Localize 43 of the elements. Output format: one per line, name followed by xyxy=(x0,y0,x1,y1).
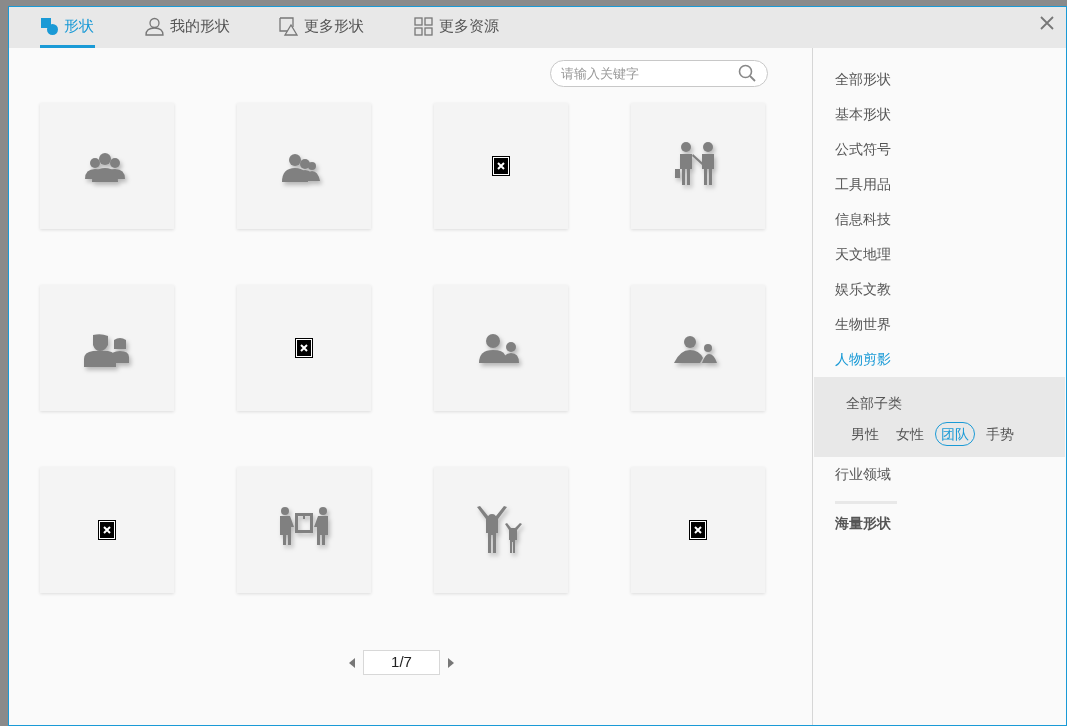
next-page-icon[interactable] xyxy=(448,657,454,668)
tab[interactable]: 更多形状 xyxy=(278,7,365,48)
section-heading: 海量形状 xyxy=(835,514,892,533)
category-item[interactable]: 公式符号 xyxy=(835,132,891,167)
shape-tile[interactable] xyxy=(237,103,371,229)
category-item[interactable]: 生物世界 xyxy=(835,307,891,342)
broken-image-icon xyxy=(492,156,510,176)
broken-image-icon xyxy=(689,520,707,540)
shape-tile[interactable] xyxy=(631,467,765,593)
page-number-field[interactable]: 1/7 xyxy=(363,650,440,675)
square-triangle-icon xyxy=(279,16,298,36)
shape-tile[interactable] xyxy=(631,103,765,229)
subcategory-item[interactable]: 手势 xyxy=(980,422,1020,446)
shape-tile[interactable] xyxy=(434,467,568,593)
category-item[interactable]: 天文地理 xyxy=(835,237,891,272)
shape-tile[interactable] xyxy=(237,467,371,593)
tab[interactable]: 我的形状 xyxy=(144,7,231,48)
category-item[interactable]: 行业领域 xyxy=(835,457,891,492)
shape-tile[interactable] xyxy=(237,285,371,411)
subcategory-item[interactable]: 全部子类 xyxy=(846,393,902,414)
shape-tile[interactable] xyxy=(434,285,568,411)
subcategory-item[interactable]: 男性 xyxy=(845,422,885,446)
search-icon[interactable] xyxy=(738,64,756,82)
shape-tile[interactable] xyxy=(40,103,174,229)
close-icon[interactable] xyxy=(1040,16,1054,30)
previous-page-icon[interactable] xyxy=(349,657,355,668)
category-item[interactable]: 信息科技 xyxy=(835,202,891,237)
shape-tile[interactable] xyxy=(434,103,568,229)
tab[interactable]: 更多资源 xyxy=(413,7,500,48)
category-item[interactable]: 娱乐文教 xyxy=(835,272,891,307)
category-item[interactable]: 工具用品 xyxy=(835,167,891,202)
user-icon xyxy=(145,16,164,36)
category-item[interactable]: 全部形状 xyxy=(835,62,891,97)
shape-tile[interactable] xyxy=(40,285,174,411)
broken-image-icon xyxy=(98,520,116,540)
shape-tile[interactable] xyxy=(40,467,174,593)
grid-icon xyxy=(414,16,433,36)
subcategory-item[interactable]: 女性 xyxy=(890,422,930,446)
shape-tile[interactable] xyxy=(631,285,765,411)
shapes-icon xyxy=(41,17,58,35)
search-field[interactable]: 请输入关键字 xyxy=(550,60,768,87)
category-item[interactable]: 基本形状 xyxy=(835,97,891,132)
broken-image-icon xyxy=(295,338,313,358)
